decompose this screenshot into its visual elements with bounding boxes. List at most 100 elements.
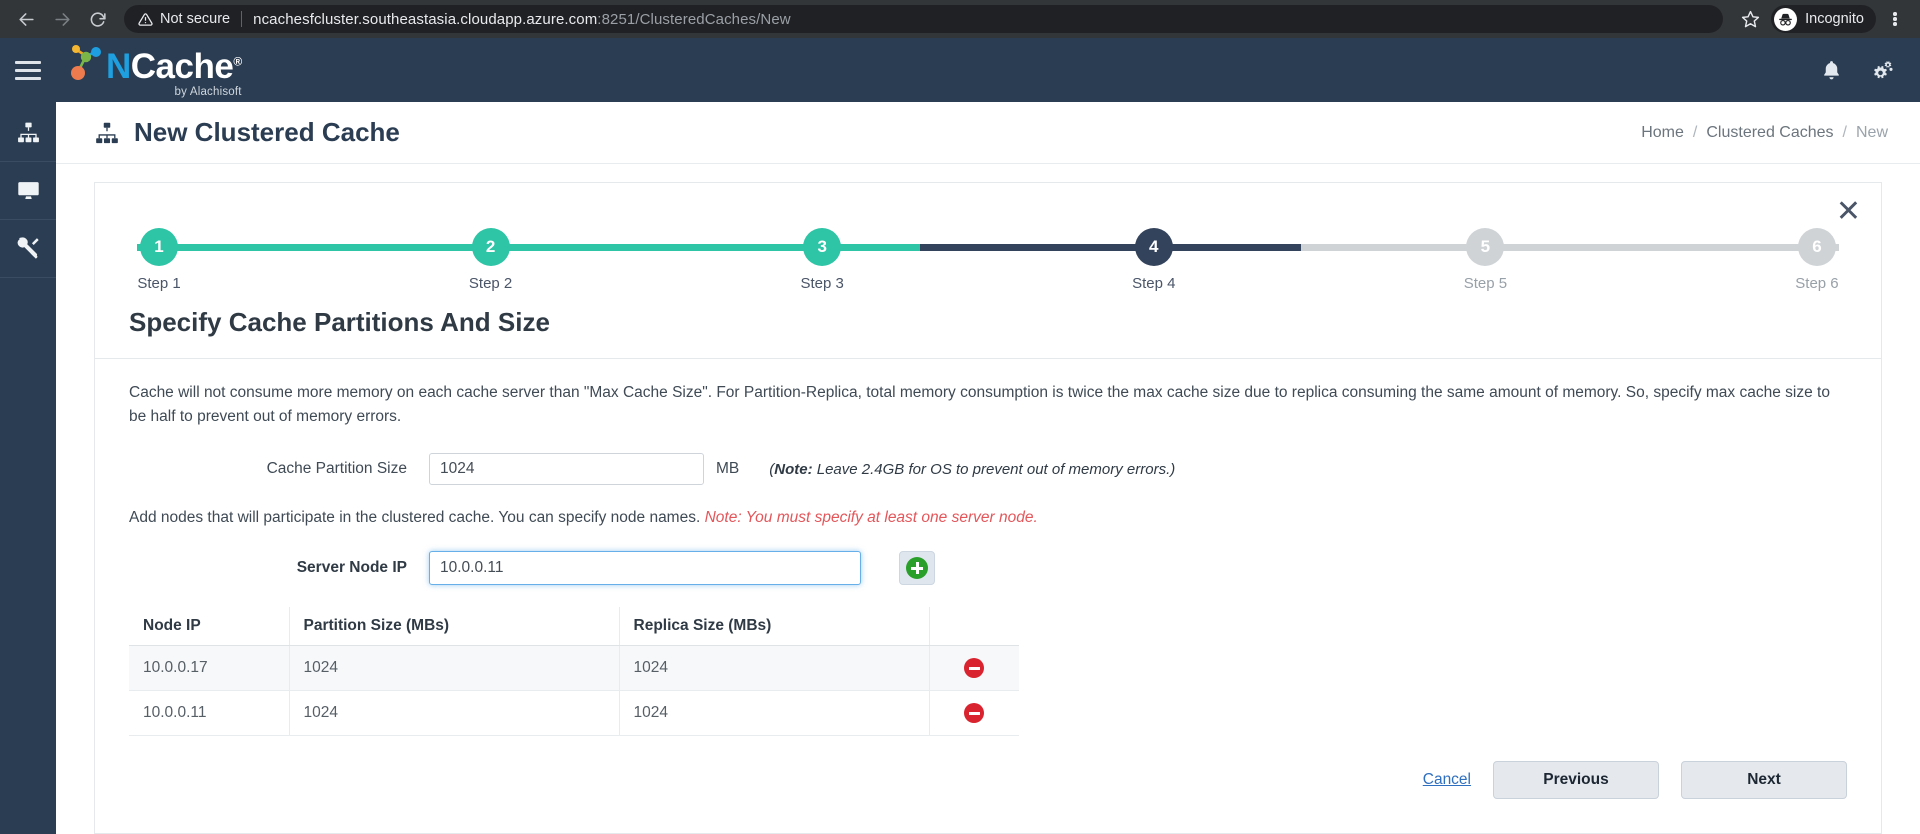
breadcrumb-item-clustered-caches[interactable]: Clustered Caches (1706, 124, 1833, 142)
logo-wordmark: NCache® (106, 49, 242, 84)
wizard-stepper: 1 Step 1 2 Step 2 3 Step 3 4 Step 4 5 St… (137, 221, 1840, 297)
cell-actions (929, 690, 1019, 737)
section-description: Cache will not consume more memory on ea… (129, 384, 1830, 426)
sidebar-item-monitor[interactable] (0, 162, 56, 220)
plus-circle-icon (906, 557, 928, 580)
app-root: NCache® by Alachisoft New Clustered Cach… (0, 38, 1920, 834)
browser-menu-button[interactable] (1880, 2, 1910, 36)
server-node-ip-input[interactable] (429, 551, 861, 586)
back-button[interactable] (10, 3, 42, 35)
address-bar[interactable]: Not secure ncachesfcluster.southeastasia… (124, 5, 1724, 33)
body-row: New Clustered Cache Home / Clustered Cac… (0, 102, 1920, 834)
sitemap-icon (96, 122, 118, 143)
remove-circle-icon[interactable] (964, 658, 985, 679)
tools-icon (17, 237, 39, 259)
step-label: Step 1 (137, 275, 181, 292)
column-header-replica-size: Replica Size (MBs) (619, 607, 930, 647)
logo-word-cache: Cache (130, 47, 234, 86)
sidebar-item-tools[interactable] (0, 220, 56, 278)
cache-partition-size-row: Cache Partition Size MB (Note: Leave 2.4… (129, 453, 1847, 486)
cache-partition-size-note: (Note: Leave 2.4GB for OS to prevent out… (769, 461, 1175, 478)
left-sidebar (0, 102, 56, 834)
stepper-steps: 1 Step 1 2 Step 2 3 Step 3 4 Step 4 5 St… (137, 221, 1839, 292)
reload-button[interactable] (82, 3, 114, 35)
omnibox-divider (241, 11, 243, 27)
table-header-row: Node IP Partition Size (MBs) Replica Siz… (129, 607, 1019, 647)
logo-letter-n: N (106, 47, 131, 86)
profile-label: Incognito (1805, 11, 1864, 27)
page-title-text: New Clustered Cache (134, 117, 400, 147)
step-label: Step 3 (800, 275, 844, 292)
wizard-panel: ✕ 1 Step 1 2 Step 2 3 Step 3 4 Step 4 5 … (94, 182, 1882, 834)
close-icon[interactable]: ✕ (1836, 197, 1861, 227)
previous-button[interactable]: Previous (1493, 761, 1659, 799)
reload-icon (90, 11, 106, 27)
breadcrumb-separator: / (1692, 123, 1698, 141)
add-nodes-note: Note: You must specify at least one serv… (704, 509, 1038, 527)
step-bullet: 4 (1134, 228, 1173, 266)
cell-node-ip: 10.0.0.17 (129, 645, 290, 692)
wizard-step-4[interactable]: 4 Step 4 (1132, 221, 1176, 292)
sidebar-toggle-button[interactable] (0, 60, 56, 80)
forward-button[interactable] (46, 3, 78, 35)
cell-partition-size: 1024 (289, 645, 620, 692)
breadcrumb: Home / Clustered Caches / New (1641, 124, 1888, 142)
note-bold-label: Note: (774, 460, 813, 478)
breadcrumb-separator: / (1842, 123, 1847, 141)
remove-circle-icon[interactable] (964, 703, 985, 724)
wizard-step-3[interactable]: 3 Step 3 (800, 221, 844, 292)
step-label: Step 2 (468, 275, 513, 292)
page-header: New Clustered Cache Home / Clustered Cac… (56, 102, 1920, 164)
step-bullet: 3 (803, 228, 842, 266)
security-label: Not secure (160, 11, 231, 27)
cache-partition-size-label: Cache Partition Size (266, 460, 407, 478)
wizard-footer-actions: Cancel Previous Next (1423, 761, 1847, 799)
column-header-partition-size: Partition Size (MBs) (289, 607, 620, 647)
table-row: 10.0.0.11 1024 1024 (129, 690, 1019, 737)
bell-icon (1824, 60, 1839, 79)
note-text: Leave 2.4GB for OS to prevent out of mem… (812, 460, 1176, 478)
avatar (1774, 7, 1798, 31)
main-content: New Clustered Cache Home / Clustered Cac… (56, 102, 1920, 834)
cache-partition-size-input[interactable] (429, 453, 704, 486)
monitor-icon (17, 182, 39, 200)
logo-registered-mark: ® (233, 54, 242, 69)
sidebar-item-clustered-caches[interactable] (0, 104, 56, 162)
next-button[interactable]: Next (1681, 761, 1847, 799)
cell-partition-size: 1024 (289, 690, 620, 737)
add-nodes-text: Add nodes that will participate in the c… (129, 509, 705, 527)
step-bullet: 2 (471, 228, 510, 266)
cancel-link[interactable]: Cancel (1423, 771, 1471, 789)
settings-button[interactable] (1869, 58, 1894, 83)
add-nodes-instruction: Add nodes that will participate in the c… (129, 509, 1847, 527)
cell-node-ip: 10.0.0.11 (129, 690, 290, 737)
cell-replica-size: 1024 (619, 645, 930, 692)
server-node-ip-label: Server Node IP (296, 559, 407, 577)
sitemap-icon (17, 122, 39, 143)
url-text: ncachesfcluster.southeastasia.cloudapp.a… (253, 11, 791, 28)
app-logo[interactable]: NCache® by Alachisoft (56, 42, 242, 98)
cell-actions (929, 645, 1019, 692)
security-indicator[interactable]: Not secure (138, 11, 230, 27)
panel-wrapper: ✕ 1 Step 1 2 Step 2 3 Step 3 4 Step 4 5 … (56, 164, 1920, 834)
server-node-ip-field-wrap (429, 551, 935, 586)
cache-partition-size-unit: MB (716, 460, 740, 478)
star-icon (1741, 10, 1759, 27)
breadcrumb-item-home[interactable]: Home (1641, 124, 1684, 142)
section-title: Specify Cache Partitions And Size (129, 307, 550, 337)
wizard-step-2[interactable]: 2 Step 2 (469, 221, 513, 292)
wizard-step-6[interactable]: 6 Step 6 (1795, 221, 1839, 292)
add-node-button[interactable] (899, 551, 935, 586)
app-header: NCache® by Alachisoft (0, 38, 1920, 102)
wizard-step-1[interactable]: 1 Step 1 (137, 221, 181, 292)
page-title: New Clustered Cache (94, 117, 400, 148)
nodes-table-head: Node IP Partition Size (MBs) Replica Siz… (129, 607, 1019, 647)
warning-triangle-icon (138, 12, 153, 26)
bookmark-button[interactable] (1733, 2, 1767, 36)
profile-chip[interactable]: Incognito (1771, 5, 1876, 33)
step-bullet: 6 (1797, 228, 1836, 266)
section-divider (95, 358, 1881, 359)
nodes-table-body: 10.0.0.17 1024 1024 10.0.0.11 1024 1024 (129, 645, 1019, 737)
notifications-button[interactable] (1820, 59, 1843, 82)
wizard-step-5[interactable]: 5 Step 5 (1463, 221, 1507, 292)
